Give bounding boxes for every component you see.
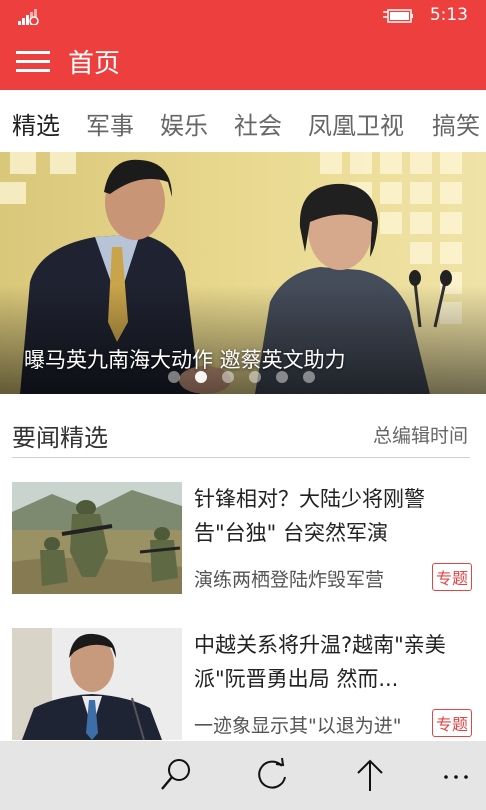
topic-badge[interactable]: 专题 [432, 563, 473, 591]
news-item[interactable]: 针锋相对？大陆少将刚警告"台独" 台突然军演 演练两栖登陆炸毁军营 专题 [12, 482, 474, 602]
clock: 5:13 [429, 5, 468, 25]
news-thumbnail [12, 482, 182, 594]
tab-society[interactable]: 社会 [234, 106, 282, 141]
editor-time-link[interactable]: 总编辑时间 [373, 421, 468, 448]
news-title: 中越关系将升温?越南"亲美派"阮晋勇出局 然而... [194, 633, 446, 691]
news-thumbnail [12, 628, 182, 740]
tab-funny[interactable]: 搞笑 [432, 106, 480, 141]
carousel-dot[interactable] [249, 371, 261, 383]
refresh-icon[interactable] [252, 755, 292, 795]
news-summary: 演练两栖登陆炸毁军营 [194, 569, 385, 591]
topic-badge[interactable]: 专题 [432, 709, 473, 737]
carousel-dot[interactable] [276, 371, 288, 383]
more-icon[interactable] [436, 755, 476, 795]
carousel-dot[interactable] [195, 371, 207, 383]
carousel-dot[interactable] [168, 371, 180, 383]
battery-icon [383, 9, 413, 23]
app-bar [0, 741, 486, 810]
status-bar: 5:13 [0, 0, 486, 32]
scroll-top-icon[interactable] [350, 755, 390, 795]
hero-caption[interactable]: 曝马英九南海大动作 邀蔡英文助力 [24, 344, 346, 374]
tab-entertainment[interactable]: 娱乐 [160, 106, 208, 141]
tab-featured[interactable]: 精选 [12, 106, 60, 141]
search-icon[interactable] [156, 755, 196, 795]
header: 首页 [0, 32, 486, 90]
news-title: 针锋相对？大陆少将刚警告"台独" 台突然军演 [194, 487, 425, 545]
tab-phoenix-tv[interactable]: 凤凰卫视 [308, 106, 404, 141]
section-title: 要闻精选 [12, 424, 108, 452]
signal-icon [18, 9, 39, 25]
category-tabs: 精选 军事 娱乐 社会 凤凰卫视 搞笑 [0, 90, 486, 152]
news-item[interactable]: 中越关系将升温?越南"亲美派"阮晋勇出局 然而... 一迹象显示其"以退为进" … [12, 628, 474, 748]
hamburger-menu-icon[interactable] [14, 48, 52, 74]
news-summary: 一迹象显示其"以退为进" [194, 715, 402, 737]
page-title: 首页 [68, 49, 121, 79]
carousel-dot[interactable] [222, 371, 234, 383]
carousel-dot[interactable] [303, 371, 315, 383]
section-header: 要闻精选 总编辑时间 [12, 408, 470, 458]
tab-military[interactable]: 军事 [86, 106, 134, 141]
